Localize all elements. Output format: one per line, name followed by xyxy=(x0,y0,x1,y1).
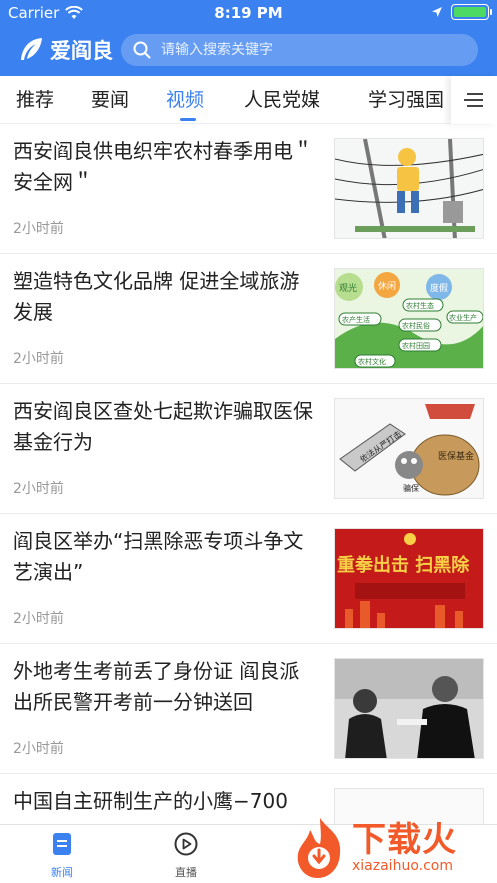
thumb-label: 农村民俗 xyxy=(402,321,430,330)
news-item[interactable]: 阎良区举办“扫黑除恶专项斗争文艺演出” 2小时前 重拳出击 扫黑除 xyxy=(0,514,497,644)
news-time: 2小时前 xyxy=(13,221,64,237)
app-logo: 爱阎良 xyxy=(16,32,113,68)
watermark-url: xiazaihuo.com xyxy=(352,858,453,874)
search-input[interactable] xyxy=(161,42,461,58)
tab-peoples-party-media[interactable]: 人民党媒 xyxy=(244,76,320,124)
bottom-tab-label: 新闻 xyxy=(51,866,73,879)
news-item[interactable]: 塑造特色文化品牌 促进全域旅游发展 2小时前 观光 休闲 度假 农村生态 农产生… xyxy=(0,254,497,384)
news-list: 西安阎良供电织牢农村春季用电＂安全网＂ 2小时前 塑造特色文化品牌 促进全域旅游… xyxy=(0,124,497,824)
news-thumbnail xyxy=(334,138,484,239)
news-title: 西安阎良供电织牢农村春季用电＂安全网＂ xyxy=(13,139,313,194)
news-title: 西安阎良区查处七起欺诈骗取医保基金行为 xyxy=(13,399,313,454)
app-name: 爱阎良 xyxy=(50,38,113,63)
news-item[interactable]: 西安阎良区查处七起欺诈骗取医保基金行为 2小时前 依法从严打击 医保基金 骗保 xyxy=(0,384,497,514)
news-title: 中国自主研制生产的小鹰−700 xyxy=(13,789,288,813)
play-icon xyxy=(174,832,198,856)
news-time: 2小时前 xyxy=(13,741,64,757)
feather-logo-icon xyxy=(21,38,42,60)
tab-headlines[interactable]: 要闻 xyxy=(91,76,129,124)
news-item[interactable]: 外地考生考前丢了身份证 阎良派出所民警开考前一分钟送回 2小时前 xyxy=(0,644,497,774)
menu-icon xyxy=(464,93,483,107)
tab-menu-button[interactable] xyxy=(451,76,497,124)
thumb-label: 农村生态 xyxy=(406,301,434,310)
app-header: Carrier 8:19 PM 爱阎良 xyxy=(0,0,497,76)
search-bar[interactable] xyxy=(121,34,478,66)
bottom-tab-label: 直播 xyxy=(175,866,197,879)
tab-video[interactable]: 视频 xyxy=(166,76,204,124)
battery-icon xyxy=(451,4,492,20)
active-tab-indicator xyxy=(180,118,196,121)
thumb-label: 医保基金 xyxy=(438,450,474,462)
news-title: 外地考生考前丢了身份证 阎良派出所民警开考前一分钟送回 xyxy=(13,659,300,714)
thumb-label: 重拳出击 扫黑除 xyxy=(337,554,470,576)
watermark-text: 下载火 xyxy=(352,820,457,860)
thumb-label: 农业生产 xyxy=(449,313,477,322)
thumb-label: 度假 xyxy=(430,282,448,294)
thumb-label: 农村田园 xyxy=(402,341,430,350)
news-time: 2小时前 xyxy=(13,481,64,497)
status-bar: Carrier 8:19 PM xyxy=(0,0,497,26)
thumb-label: 观光 xyxy=(339,282,357,294)
news-title: 塑造特色文化品牌 促进全域旅游发展 xyxy=(13,269,300,324)
bottom-tab-news[interactable]: 新闻 xyxy=(22,831,102,880)
thumb-label: 休闲 xyxy=(378,280,396,292)
status-time: 8:19 PM xyxy=(214,4,283,22)
news-thumbnail: 依法从严打击 医保基金 骗保 xyxy=(334,398,484,499)
news-thumbnail xyxy=(334,658,484,759)
tab-recommend[interactable]: 推荐 xyxy=(16,76,54,124)
news-icon xyxy=(53,833,71,855)
thumb-label: 农产生活 xyxy=(342,315,370,324)
thumb-label: 骗保 xyxy=(403,483,419,493)
bottom-tab-live[interactable]: 直播 xyxy=(146,831,226,880)
news-time: 2小时前 xyxy=(13,351,64,367)
news-time: 2小时前 xyxy=(13,611,64,627)
location-arrow-icon xyxy=(432,7,442,17)
news-thumbnail: 观光 休闲 度假 农村生态 农产生活 农村民俗 农业生产 农村田园 农村文化 xyxy=(334,268,484,369)
tab-xuexi-qiangguo[interactable]: 学习强国 xyxy=(368,76,444,124)
thumb-label: 农村文化 xyxy=(358,357,386,366)
search-icon xyxy=(133,41,151,59)
news-thumbnail: 重拳出击 扫黑除 xyxy=(334,528,484,629)
category-tabs: 推荐 要闻 视频 人民党媒 学习强国 xyxy=(0,76,497,124)
news-title: 阎良区举办“扫黑除恶专项斗争文艺演出” xyxy=(13,529,304,584)
watermark: 下载火 xiazaihuo.com xyxy=(290,812,497,883)
news-item[interactable]: 西安阎良供电织牢农村春季用电＂安全网＂ 2小时前 xyxy=(0,124,497,254)
flame-logo-icon xyxy=(297,818,341,878)
